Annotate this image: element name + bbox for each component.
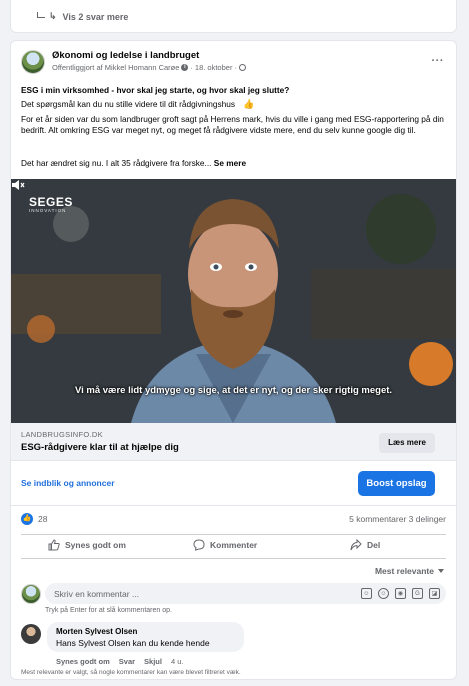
comment-button[interactable]: Kommenter — [193, 539, 257, 551]
comment-sort-dropdown[interactable]: Mest relevante — [375, 566, 444, 576]
reply-thread-line — [37, 11, 45, 18]
comment-text: Hans Sylvest Olsen kan du kende hende — [56, 638, 210, 648]
reply-arrow-icon: ↳ — [49, 11, 57, 21]
share-button-label: Del — [367, 540, 381, 550]
post-paragraph-text: Det har ændret sig nu. I alt 35 rådgiver… — [21, 158, 212, 168]
sticker-icon[interactable]: ◪ — [429, 588, 440, 599]
avatar[interactable] — [21, 624, 41, 644]
published-by[interactable]: Offentliggjort af Mikkel Homann Carøe — [52, 63, 179, 72]
page-name[interactable]: Økonomi og ledelse i landbruget — [52, 50, 199, 61]
post-meta: Offentliggjort af Mikkel Homann Carøe i … — [52, 63, 246, 72]
post-actions: Synes godt om Kommenter Del — [21, 534, 446, 559]
comment-age[interactable]: 4 u. — [171, 657, 184, 666]
like-count[interactable]: 28 — [38, 514, 47, 524]
volume-icon[interactable] — [11, 179, 25, 191]
comment-author[interactable]: Morten Sylvest Olsen — [56, 627, 235, 636]
camera-icon[interactable]: ◉ — [395, 588, 406, 599]
speech-bubble-icon — [193, 539, 205, 551]
post-title: ESG i min virksomhed - hvor skal jeg sta… — [21, 85, 290, 95]
comment-actions: Synes godt om Svar Skjul 4 u. — [56, 657, 183, 666]
like-reaction-icon[interactable]: 👍 — [21, 513, 33, 525]
previous-thread-card: ↳ Vis 2 svar mere — [10, 0, 457, 33]
learn-more-button[interactable]: Læs mere — [379, 433, 435, 453]
link-domain: LANDBRUGSINFO.DK — [21, 430, 103, 439]
comment-sort-label: Mest relevante — [374, 566, 434, 576]
seges-logo: SEGES — [29, 195, 73, 209]
video-player[interactable]: SEGES INNOVATION Vi må være lidt ydmyge … — [11, 179, 456, 423]
link-title[interactable]: ESG-rådgivere klar til at hjælpe dig — [21, 442, 179, 453]
composer-hint: Tryk på Enter for at slå kommentaren op. — [45, 607, 172, 614]
comment-hide-button[interactable]: Skjul — [144, 657, 162, 666]
info-icon[interactable]: i — [181, 64, 189, 71]
post-paragraph-text: Det spørgsmål kan du nu stille videre ti… — [21, 99, 235, 109]
comments-shares-count[interactable]: 5 kommentarer 3 delinger — [349, 514, 446, 524]
post-paragraph: Det har ændret sig nu. I alt 35 rådgiver… — [21, 158, 446, 169]
filter-footnote: Mest relevante er valgt, så nogle kommen… — [21, 669, 241, 676]
video-caption: Vi må være lidt ydmyge og sige, at det e… — [74, 385, 393, 396]
post-paragraph: Det spørgsmål kan du nu stille videre ti… — [21, 99, 446, 110]
comment-bubble: Morten Sylvest Olsen Hans Sylvest Olsen … — [47, 622, 244, 652]
link-preview[interactable]: LANDBRUGSINFO.DK ESG-rådgivere klar til … — [11, 423, 456, 461]
insights-link[interactable]: Se indblik og annoncer — [21, 478, 115, 488]
see-more-link[interactable]: Se mere — [214, 158, 246, 168]
show-more-replies-label: Vis 2 svar mere — [62, 11, 129, 22]
emoji-icon[interactable]: ☺ — [378, 588, 389, 599]
gif-icon[interactable]: G — [412, 588, 423, 599]
seges-logo-subtitle: INNOVATION — [29, 208, 67, 213]
thumbs-up-emoji-icon: 👍 — [242, 99, 255, 109]
post-card: Økonomi og ledelse i landbruget Offentli… — [10, 40, 457, 680]
meta-separator: · — [190, 63, 193, 72]
composer-tools: ☺ ☺ ◉ G ◪ — [361, 588, 440, 599]
avatar[interactable] — [21, 584, 41, 604]
meta-separator: · — [234, 63, 237, 72]
show-more-replies-link[interactable]: ↳ Vis 2 svar mere — [37, 11, 128, 22]
post-paragraph: For et år siden var du som landbruger gr… — [21, 114, 444, 135]
comment-like-button[interactable]: Synes godt om — [56, 657, 110, 666]
share-button[interactable]: Del — [350, 539, 380, 551]
page-avatar[interactable] — [21, 50, 45, 74]
comment-reply-button[interactable]: Svar — [119, 657, 135, 666]
thumbs-up-icon — [48, 539, 60, 551]
boost-post-button[interactable]: Boost opslag — [358, 471, 435, 496]
post-date[interactable]: 18. oktober — [195, 63, 233, 72]
like-button-label: Synes godt om — [65, 540, 126, 550]
more-options-icon[interactable]: ··· — [432, 55, 445, 67]
post-header: Økonomi og ledelse i landbruget Offentli… — [21, 49, 448, 77]
share-arrow-icon — [350, 539, 362, 551]
like-button[interactable]: Synes godt om — [48, 539, 126, 551]
reaction-stats: 👍 28 5 kommentarer 3 delinger — [21, 512, 446, 528]
promotion-bar: Se indblik og annoncer Boost opslag — [11, 461, 456, 506]
globe-icon — [238, 64, 246, 71]
comment-button-label: Kommenter — [210, 540, 258, 550]
comment-composer: ☺ ☺ ◉ G ◪ — [21, 583, 446, 605]
avatar-sticker-icon[interactable]: ☺ — [361, 588, 372, 599]
chevron-down-icon — [438, 569, 444, 573]
